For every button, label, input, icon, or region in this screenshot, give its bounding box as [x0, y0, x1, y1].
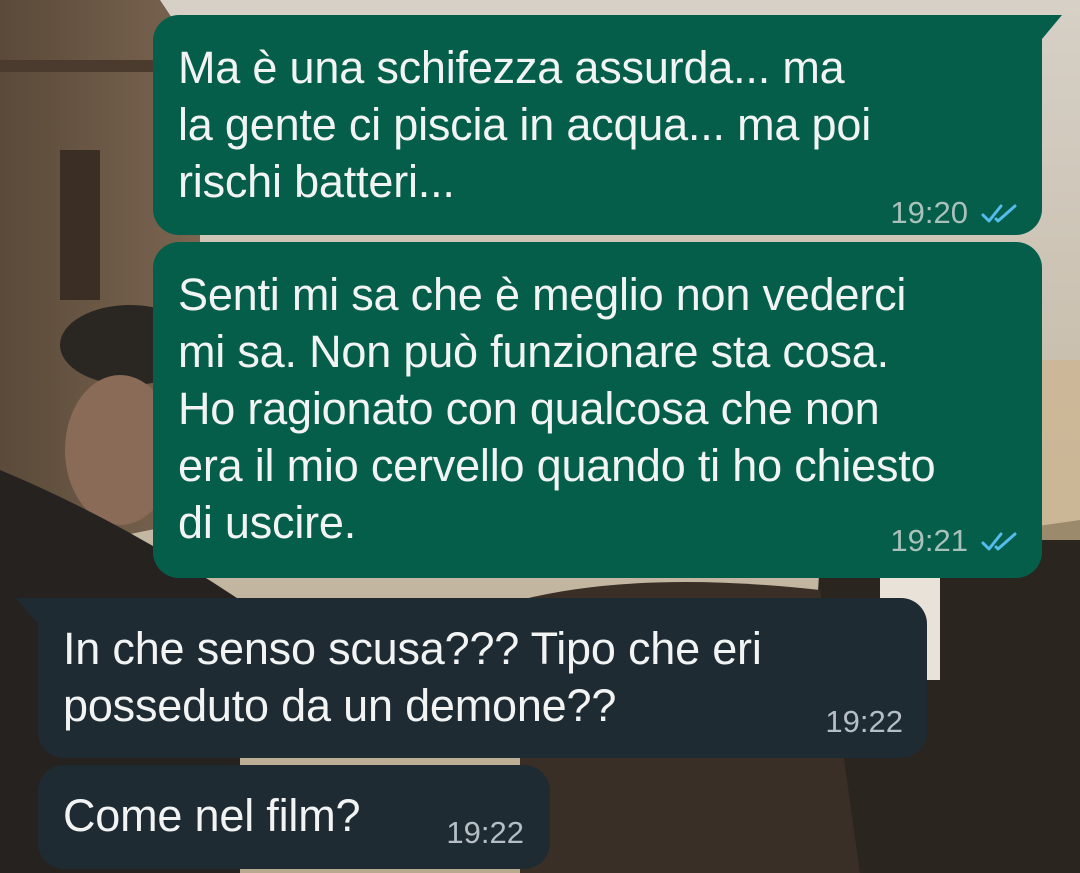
- message-text: Senti mi sa che è meglio non vederci mi …: [178, 269, 936, 548]
- double-check-icon: [981, 532, 1017, 551]
- message-meta: 19:21: [890, 523, 1020, 559]
- message-bubble-outgoing[interactable]: Senti mi sa che è meglio non vederci mi …: [153, 242, 1042, 578]
- double-check-icon: [981, 204, 1017, 223]
- message-meta: 19:22: [446, 815, 524, 851]
- outgoing-bubble-tail: [1036, 15, 1062, 39]
- message-time: 19:20: [890, 195, 968, 230]
- message-text: In che senso scusa??? Tipo che eri posse…: [63, 623, 762, 731]
- message-bubble-incoming[interactable]: Come nel film? 19:22: [38, 765, 550, 869]
- message-text: Come nel film?: [63, 790, 361, 841]
- message-time: 19:22: [825, 704, 903, 739]
- message-text: Ma è una schifezza assurda... ma la gent…: [178, 42, 872, 207]
- incoming-bubble-tail: [16, 598, 42, 622]
- message-meta: 19:20: [890, 195, 1020, 231]
- message-bubble-incoming[interactable]: In che senso scusa??? Tipo che eri posse…: [38, 598, 927, 758]
- message-meta: 19:22: [825, 704, 903, 740]
- message-bubble-outgoing[interactable]: Ma è una schifezza assurda... ma la gent…: [153, 15, 1042, 235]
- message-time: 19:22: [446, 815, 524, 850]
- message-time: 19:21: [890, 523, 968, 558]
